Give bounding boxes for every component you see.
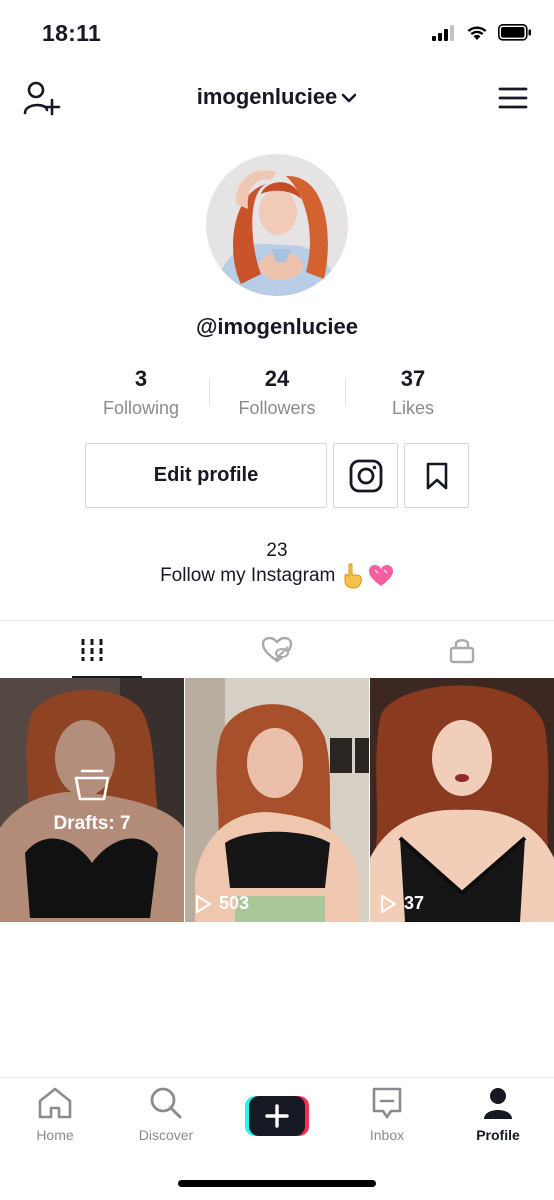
lock-icon	[449, 638, 474, 663]
video-tile[interactable]: 503	[185, 678, 369, 922]
edit-profile-button[interactable]: Edit profile	[85, 443, 327, 508]
nav-label: Home	[36, 1127, 74, 1143]
nav-label: Discover	[138, 1127, 194, 1143]
stat-label: Likes	[391, 398, 435, 418]
nav-inbox[interactable]: Inbox	[337, 1086, 437, 1143]
video-tile[interactable]: 37	[370, 678, 554, 922]
video-thumbnail	[370, 678, 554, 922]
stat-following[interactable]: 3 Following	[73, 366, 209, 419]
play-icon	[195, 894, 212, 913]
view-count-value: 37	[404, 893, 425, 913]
video-thumbnail	[185, 678, 369, 922]
favorites-button[interactable]	[404, 443, 469, 508]
content-tabs	[0, 621, 554, 678]
stat-label: Followers	[238, 398, 316, 418]
bookmark-icon	[426, 462, 447, 489]
chevron-down-icon	[341, 93, 357, 103]
drafts-icon	[74, 769, 110, 801]
search-icon	[150, 1087, 182, 1119]
profile-icon	[484, 1088, 512, 1119]
bio: Follow my Instagram	[0, 563, 554, 589]
stat-value: 37	[400, 366, 426, 391]
stat-label: Following	[102, 398, 180, 418]
profile-handle: @imogenluciee	[195, 314, 359, 339]
stat-followers[interactable]: 24 Followers	[209, 366, 345, 419]
menu-icon[interactable]	[498, 86, 528, 110]
profile-header: imogenluciee	[0, 68, 554, 128]
drafts-overlay: Drafts: 7	[0, 768, 184, 835]
status-icons	[432, 24, 532, 41]
profile-stats: 3 Following 24 Followers 37 Likes	[0, 366, 554, 426]
nav-label: Profile	[476, 1127, 520, 1143]
pink-heart-icon	[368, 565, 393, 586]
drafts-tile[interactable]: Drafts: 7	[0, 678, 184, 922]
account-switcher[interactable]: imogenluciee	[0, 84, 554, 110]
video-grid: Drafts: 7 503 37	[0, 678, 554, 922]
signal-icon	[432, 24, 454, 41]
view-count: 503	[193, 893, 249, 914]
nav-discover[interactable]: Discover	[116, 1086, 216, 1143]
nav-profile[interactable]: Profile	[448, 1086, 548, 1143]
play-icon	[380, 894, 397, 913]
tab-videos[interactable]	[0, 621, 185, 678]
create-button[interactable]	[245, 1094, 309, 1138]
instagram-icon	[349, 459, 382, 492]
view-count-value: 503	[219, 893, 250, 913]
hidden-heart-icon	[261, 636, 293, 663]
nav-label: Inbox	[369, 1127, 405, 1143]
stat-likes[interactable]: 37 Likes	[345, 366, 481, 419]
drafts-label: Drafts: 7	[53, 813, 131, 834]
tab-liked[interactable]	[185, 621, 370, 678]
header-username: imogenluciee	[196, 84, 338, 109]
wifi-icon	[467, 25, 487, 40]
pointing-hand-icon	[344, 563, 362, 589]
stat-value: 24	[264, 366, 290, 391]
instagram-button[interactable]	[333, 443, 398, 508]
battery-icon	[498, 24, 531, 41]
tab-private[interactable]	[369, 621, 554, 678]
bio-count: 23	[266, 540, 288, 561]
status-time: 18:11	[42, 20, 102, 46]
stat-value: 3	[134, 366, 148, 391]
grid-icon	[81, 638, 103, 661]
view-count: 37	[378, 893, 424, 914]
status-bar: 18:11	[0, 0, 554, 68]
nav-home[interactable]: Home	[5, 1086, 105, 1143]
inbox-icon	[372, 1087, 402, 1119]
home-indicator[interactable]	[178, 1180, 376, 1187]
bio-text: Follow my Instagram	[160, 565, 336, 587]
avatar[interactable]	[206, 154, 348, 296]
home-icon	[38, 1087, 72, 1119]
